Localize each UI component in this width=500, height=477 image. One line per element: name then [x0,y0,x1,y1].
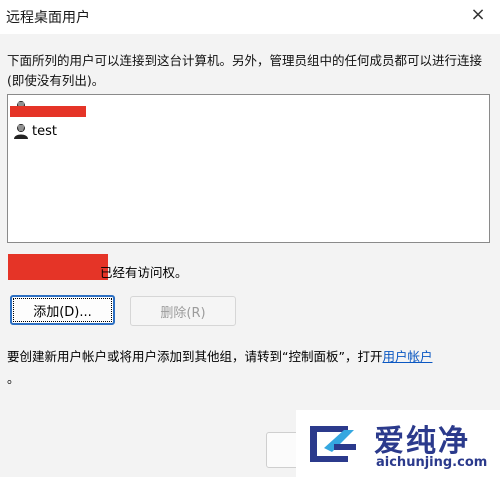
hint-tail: 。 [7,371,20,386]
brand-name: 爱纯净 [374,424,470,459]
add-button[interactable]: 添加(D)... [10,295,115,325]
remote-desktop-users-dialog: 远程桌面用户 × 下面所列的用户可以连接到这台计算机。另外，管理员组中的任何成员… [0,0,500,477]
list-item[interactable]: test [12,122,57,140]
users-listbox[interactable]: test [7,94,490,243]
hint-text: 要创建新用户帐户或将用户添加到其他组，请转到“控制面板”，打开用户帐户 。 [7,346,492,390]
hint-body: 要创建新用户帐户或将用户添加到其他组，请转到“控制面板”，打开 [7,349,383,364]
user-label: test [32,123,57,139]
user-accounts-link[interactable]: 用户帐户 [382,349,432,364]
description-text: 下面所列的用户可以连接到这台计算机。另外，管理员组中的任何成员都可以进行连接(即… [7,53,483,88]
redaction-mark [10,106,86,117]
brand-logo-icon [310,426,356,462]
title-bar: 远程桌面用户 × [0,0,500,34]
watermark: 爱纯净 aichunjing.com [296,410,500,477]
redaction-mark [8,254,108,280]
remove-button[interactable]: 删除(R) [130,296,236,326]
brand-url: aichunjing.com [376,455,488,470]
close-icon[interactable]: × [468,5,488,25]
access-status-text: 已经有访问权。 [100,265,188,280]
dialog-title: 远程桌面用户 [6,10,90,26]
user-icon [14,124,28,139]
